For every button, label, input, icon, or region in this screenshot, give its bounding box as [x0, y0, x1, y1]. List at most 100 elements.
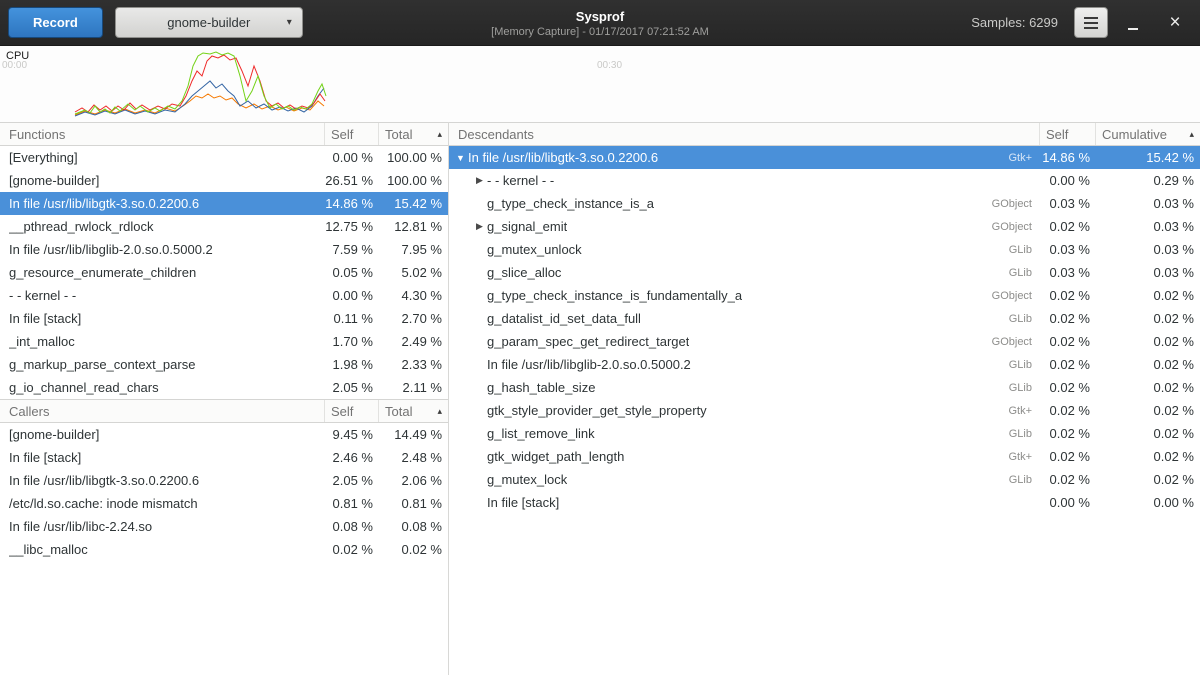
- table-row[interactable]: In file /usr/lib/libgtk-3.so.0.2200.62.0…: [0, 469, 448, 492]
- column-header-self[interactable]: Self: [1040, 123, 1096, 145]
- table-row[interactable]: In file /usr/lib/libgtk-3.so.0.2200.614.…: [0, 192, 448, 215]
- table-row[interactable]: ▶g_signal_emitGObject0.02 %0.03 %: [449, 215, 1200, 238]
- function-name: In file [stack]: [9, 450, 81, 465]
- table-row[interactable]: g_mutex_unlockGLib0.03 %0.03 %: [449, 238, 1200, 261]
- function-name: g_type_check_instance_is_a: [487, 196, 654, 211]
- table-row[interactable]: _int_malloc1.70 %2.49 %: [0, 330, 448, 353]
- table-row[interactable]: - - kernel - -0.00 %4.30 %: [0, 284, 448, 307]
- cpu-graph-area[interactable]: CPU 00:00 00:30: [0, 46, 1200, 122]
- column-header-descendants[interactable]: Descendants: [449, 123, 1040, 145]
- library-badge: GLib: [1003, 428, 1040, 440]
- function-name: g_datalist_id_set_data_full: [487, 311, 641, 326]
- column-header-callers[interactable]: Callers: [0, 400, 325, 422]
- sort-arrow-icon: ▴: [433, 406, 442, 417]
- table-row[interactable]: In file [stack]2.46 %2.48 %: [0, 446, 448, 469]
- function-name: In file [stack]: [487, 495, 559, 510]
- function-name: /etc/ld.so.cache: inode mismatch: [9, 496, 198, 511]
- table-row[interactable]: /etc/ld.so.cache: inode mismatch0.81 %0.…: [0, 492, 448, 515]
- sort-arrow-icon: ▴: [1185, 129, 1194, 140]
- table-row[interactable]: g_markup_parse_context_parse 1.98 %2.33 %: [0, 353, 448, 376]
- table-row[interactable]: gtk_style_provider_get_style_propertyGtk…: [449, 399, 1200, 422]
- function-name: g_list_remove_link: [487, 426, 595, 441]
- column-header-total[interactable]: Total ▴: [379, 400, 448, 422]
- function-name: In file /usr/lib/libgtk-3.so.0.2200.6: [468, 150, 658, 165]
- column-header-self[interactable]: Self: [325, 123, 379, 145]
- self-value: 2.05 %: [325, 380, 379, 395]
- table-row[interactable]: __pthread_rwlock_rdlock12.75 %12.81 %: [0, 215, 448, 238]
- table-row[interactable]: In file /usr/lib/libglib-2.0.so.0.5000.2…: [0, 238, 448, 261]
- total-value: 2.33 %: [379, 357, 448, 372]
- table-row[interactable]: ▶- - kernel - -0.00 %0.29 %: [449, 169, 1200, 192]
- table-row[interactable]: [Everything]0.00 %100.00 %: [0, 146, 448, 169]
- table-row[interactable]: In file /usr/lib/libc-2.24.so0.08 %0.08 …: [0, 515, 448, 538]
- self-value: 12.75 %: [325, 219, 379, 234]
- table-row[interactable]: g_datalist_id_set_data_fullGLib0.02 %0.0…: [449, 307, 1200, 330]
- column-header-total[interactable]: Total ▴: [379, 123, 448, 145]
- total-value: 7.95 %: [379, 242, 448, 257]
- total-value: 2.11 %: [379, 380, 448, 395]
- function-name: g_markup_parse_context_parse: [9, 357, 195, 372]
- window-subtitle: [Memory Capture] - 01/17/2017 07:21:52 A…: [491, 26, 709, 38]
- table-row[interactable]: ▼In file /usr/lib/libgtk-3.so.0.2200.6Gt…: [449, 146, 1200, 169]
- function-name: In file /usr/lib/libc-2.24.so: [9, 519, 152, 534]
- expander-closed-icon[interactable]: ▶: [472, 221, 487, 232]
- table-row[interactable]: In file [stack]0.11 %2.70 %: [0, 307, 448, 330]
- self-value: 1.98 %: [325, 357, 379, 372]
- close-button[interactable]: ×: [1158, 6, 1192, 40]
- descendants-table-header: Descendants Self Cumulative ▴: [449, 122, 1200, 146]
- descendants-table: ▼In file /usr/lib/libgtk-3.so.0.2200.6 Gt…: [449, 146, 1200, 514]
- target-process-dropdown[interactable]: gnome-builder ▾: [115, 7, 303, 38]
- self-value: 26.51 %: [325, 173, 379, 188]
- table-row[interactable]: [gnome-builder]26.51 %100.00 %: [0, 169, 448, 192]
- total-value: 2.48 %: [379, 450, 448, 465]
- function-name: [gnome-builder]: [9, 427, 99, 442]
- table-row[interactable]: g_param_spec_get_redirect_targetGObject0…: [449, 330, 1200, 353]
- function-name: __pthread_rwlock_rdlock: [9, 219, 154, 234]
- library-badge: Gtk+: [1002, 405, 1040, 417]
- function-name: In file /usr/lib/libglib-2.0.so.0.5000.2: [487, 357, 691, 372]
- self-value: 0.03 %: [1040, 265, 1096, 280]
- sort-arrow-icon: ▴: [433, 129, 442, 140]
- menu-button[interactable]: [1074, 7, 1108, 38]
- function-name: In file [stack]: [9, 311, 81, 326]
- table-row[interactable]: gtk_widget_path_lengthGtk+0.02 %0.02 %: [449, 445, 1200, 468]
- function-name: - - kernel - -: [9, 288, 76, 303]
- library-badge: GLib: [1003, 474, 1040, 486]
- library-badge: GObject: [986, 336, 1040, 348]
- table-row[interactable]: g_slice_allocGLib0.03 %0.03 %: [449, 261, 1200, 284]
- column-header-cumulative[interactable]: Cumulative ▴: [1096, 123, 1200, 145]
- table-row[interactable]: g_mutex_lockGLib0.02 %0.02 %: [449, 468, 1200, 491]
- table-row[interactable]: g_resource_enumerate_children0.05 %5.02 …: [0, 261, 448, 284]
- table-row[interactable]: g_io_channel_read_chars 2.05 %2.11 %: [0, 376, 448, 399]
- record-button[interactable]: Record: [8, 7, 103, 38]
- total-value: 4.30 %: [379, 288, 448, 303]
- expander-closed-icon[interactable]: ▶: [472, 175, 487, 186]
- expander-open-icon[interactable]: ▼: [453, 153, 468, 163]
- minimize-button[interactable]: [1116, 6, 1150, 40]
- table-row[interactable]: g_list_remove_linkGLib0.02 %0.02 %: [449, 422, 1200, 445]
- cumulative-value: 0.00 %: [1096, 495, 1200, 510]
- function-name: - - kernel - -: [487, 173, 554, 188]
- functions-table: [Everything]0.00 %100.00 %[gnome-builder…: [0, 146, 448, 399]
- table-row[interactable]: [gnome-builder]9.45 %14.49 %: [0, 423, 448, 446]
- functions-table-header: Functions Self Total ▴: [0, 122, 448, 146]
- cpu-usage-chart: [0, 46, 1200, 122]
- function-name: g_type_check_instance_is_fundamentally_a: [487, 288, 742, 303]
- target-process-label: gnome-builder: [167, 15, 250, 30]
- table-row[interactable]: __libc_malloc0.02 %0.02 %: [0, 538, 448, 561]
- self-value: 0.02 %: [1040, 334, 1096, 349]
- left-pane: Functions Self Total ▴ [Everything]0.00 …: [0, 122, 448, 675]
- table-row[interactable]: In file /usr/lib/libglib-2.0.so.0.5000.2…: [449, 353, 1200, 376]
- function-name: g_io_channel_read_chars: [9, 380, 159, 395]
- library-badge: Gtk+: [1002, 451, 1040, 463]
- column-header-self[interactable]: Self: [325, 400, 379, 422]
- table-row[interactable]: g_type_check_instance_is_aGObject0.03 %0…: [449, 192, 1200, 215]
- self-value: 0.02 %: [1040, 449, 1096, 464]
- function-name: g_resource_enumerate_children: [9, 265, 196, 280]
- column-header-functions[interactable]: Functions: [0, 123, 325, 145]
- self-value: 0.00 %: [1040, 173, 1096, 188]
- self-value: 0.02 %: [1040, 426, 1096, 441]
- table-row[interactable]: In file [stack]0.00 %0.00 %: [449, 491, 1200, 514]
- table-row[interactable]: g_hash_table_sizeGLib0.02 %0.02 %: [449, 376, 1200, 399]
- table-row[interactable]: g_type_check_instance_is_fundamentally_a…: [449, 284, 1200, 307]
